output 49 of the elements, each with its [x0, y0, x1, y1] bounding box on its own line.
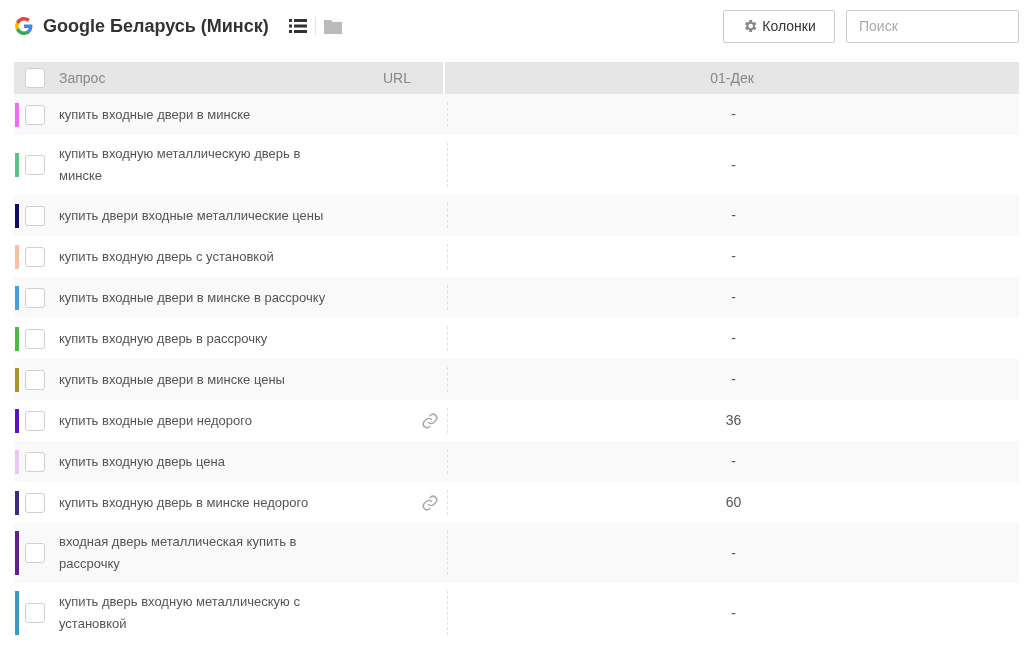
position-value: - — [731, 155, 736, 175]
folder-icon[interactable] — [323, 18, 342, 34]
page-title: Google Беларусь (Минск) — [43, 14, 269, 38]
position-value: - — [731, 329, 736, 348]
checkbox[interactable] — [25, 205, 45, 226]
checkbox[interactable] — [25, 603, 45, 623]
checkbox[interactable] — [25, 543, 45, 563]
position-value: 36 — [725, 411, 742, 430]
link-icon[interactable] — [421, 411, 439, 430]
query-text: купить двери входные металлические цены — [59, 206, 325, 225]
position-value: - — [731, 370, 736, 389]
checkbox[interactable] — [25, 68, 45, 88]
query-text: купить входные двери недорого — [59, 411, 253, 430]
query-text: входная дверь металлическая купить в рассрочку — [59, 533, 298, 573]
list-icon[interactable] — [288, 19, 307, 33]
column-header: 01-Дек — [710, 68, 754, 88]
position-value: - — [731, 247, 736, 266]
search-field[interactable]: Поиск — [846, 9, 1019, 43]
checkbox[interactable] — [25, 410, 45, 431]
checkbox[interactable] — [25, 492, 45, 513]
query-text: купить дверь входную металлическую с установкой — [59, 593, 301, 633]
checkbox[interactable] — [25, 451, 45, 472]
checkbox[interactable] — [25, 369, 45, 390]
position-value: 60 — [725, 493, 742, 512]
columns-button[interactable]: Колонки — [723, 9, 835, 43]
gear-icon — [742, 18, 759, 34]
checkbox[interactable] — [25, 155, 45, 175]
query-text: купить входную металлическую дверь в минске — [59, 145, 302, 185]
position-value: - — [731, 288, 736, 307]
checkbox[interactable] — [25, 104, 45, 125]
google-logo-icon — [15, 17, 33, 35]
query-text: купить входные двери в минске в рассрочку — [59, 288, 327, 307]
query-text: купить входную дверь с установкой — [59, 247, 275, 266]
query-text: купить входные двери в минске — [59, 105, 252, 124]
checkbox[interactable] — [25, 246, 45, 267]
query-text: купить входную дверь в минске недорого — [59, 493, 310, 512]
query-text: купить входные двери в минске цены — [59, 370, 286, 389]
checkbox[interactable] — [25, 287, 45, 308]
position-value: - — [731, 603, 736, 623]
checkbox[interactable] — [25, 328, 45, 349]
position-value: - — [731, 452, 736, 471]
position-value: - — [731, 206, 736, 225]
position-value: - — [731, 543, 736, 563]
column-header: URL — [383, 68, 411, 88]
query-text: купить входную дверь в рассрочку — [59, 329, 269, 348]
query-text: купить входную дверь цена — [59, 452, 226, 471]
link-icon[interactable] — [421, 493, 439, 512]
column-header: Запрос — [59, 68, 106, 88]
position-value: - — [731, 105, 736, 124]
